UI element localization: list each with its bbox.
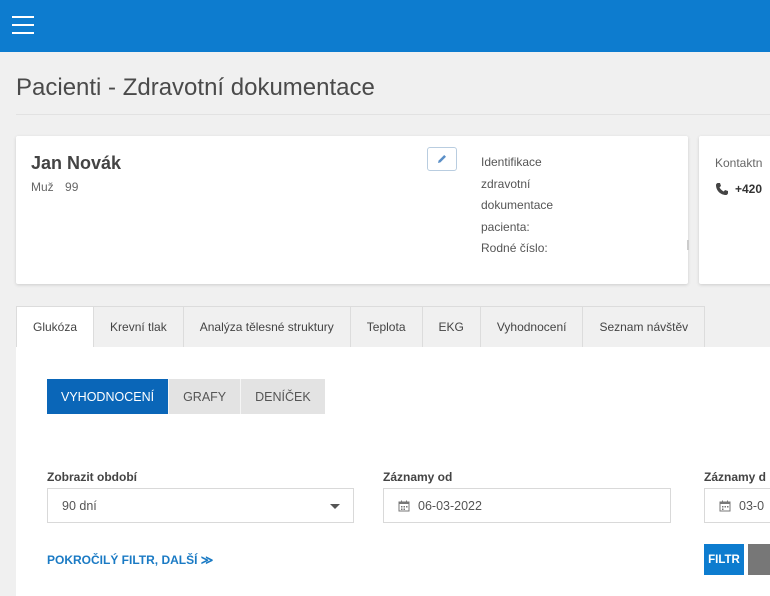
tab-krevni-tlak[interactable]: Krevní tlak bbox=[94, 306, 184, 348]
chevron-down-icon bbox=[330, 504, 340, 509]
pencil-icon bbox=[438, 155, 446, 163]
measurement-tabs: Glukóza Krevní tlak Analýza tělesné stru… bbox=[16, 306, 706, 348]
birth-number-label: Rodné číslo: bbox=[481, 241, 548, 255]
patient-card: Jan Novák Muž 99 Identifikace zdravotní … bbox=[16, 136, 689, 284]
contact-phone[interactable]: +420 bbox=[715, 182, 762, 196]
patient-meta: Muž 99 bbox=[31, 180, 78, 194]
period-label: Zobrazit období bbox=[47, 470, 137, 484]
title-divider bbox=[16, 114, 770, 115]
tab-seznam-navstev[interactable]: Seznam návštěv bbox=[583, 306, 706, 348]
calendar-icon bbox=[719, 500, 731, 511]
records-from-input[interactable]: 06-03-2022 bbox=[383, 488, 671, 523]
patient-sex: Muž bbox=[31, 180, 54, 194]
secondary-button[interactable] bbox=[748, 544, 770, 575]
tab-vyhodnoceni[interactable]: Vyhodnocení bbox=[480, 306, 584, 348]
id-line: dokumentace bbox=[481, 198, 554, 212]
records-to-label: Záznamy d bbox=[704, 470, 767, 484]
tab-teplota[interactable]: Teplota bbox=[350, 306, 423, 348]
contact-card: Kontaktn +420 bbox=[699, 136, 770, 284]
tab-analyza-telesne-struktury[interactable]: Analýza tělesné struktury bbox=[183, 306, 351, 348]
id-line: pacienta: bbox=[481, 219, 530, 234]
patient-age: 99 bbox=[65, 180, 79, 194]
records-to-input[interactable]: 03-0 bbox=[704, 488, 770, 523]
health-record-id-label: Identifikace zdravotní dokumentace pacie… bbox=[481, 152, 591, 260]
records-to-value: 03-0 bbox=[739, 498, 765, 513]
records-from-value: 06-03-2022 bbox=[418, 498, 482, 513]
id-line: zdravotní bbox=[481, 176, 531, 191]
tab-glukoza[interactable]: Glukóza bbox=[16, 306, 95, 348]
contact-label: Kontaktn bbox=[715, 156, 763, 170]
edit-patient-button[interactable] bbox=[427, 147, 457, 171]
phone-icon bbox=[716, 183, 728, 195]
divider-mark bbox=[687, 240, 689, 250]
tab-ekg[interactable]: EKG bbox=[422, 306, 481, 348]
patient-name: Jan Novák bbox=[31, 153, 122, 173]
denicek-button[interactable]: DENÍČEK bbox=[240, 379, 325, 414]
period-select[interactable]: 90 dní bbox=[47, 488, 354, 523]
view-toggle: VYHODNOCENÍ GRAFY DENÍČEK bbox=[47, 379, 325, 414]
advanced-filter-link[interactable]: POKROČILÝ FILTR, DALŠÍ ≫ bbox=[47, 553, 213, 567]
filter-button[interactable]: FILTR bbox=[704, 544, 744, 575]
id-line: Identifikace bbox=[481, 155, 542, 169]
vyhodnoceni-button[interactable]: VYHODNOCENÍ bbox=[47, 379, 169, 414]
period-value: 90 dní bbox=[62, 498, 97, 513]
top-app-bar bbox=[0, 0, 770, 52]
grafy-button[interactable]: GRAFY bbox=[168, 379, 241, 414]
phone-number: +420 bbox=[735, 182, 763, 196]
tab-content-panel: VYHODNOCENÍ GRAFY DENÍČEK Zobrazit obdob… bbox=[16, 347, 770, 596]
hamburger-menu-icon[interactable] bbox=[12, 16, 34, 34]
calendar-icon bbox=[398, 500, 410, 511]
records-from-label: Záznamy od bbox=[383, 470, 453, 484]
page-title: Pacienti - Zdravotní dokumentace bbox=[16, 74, 375, 101]
